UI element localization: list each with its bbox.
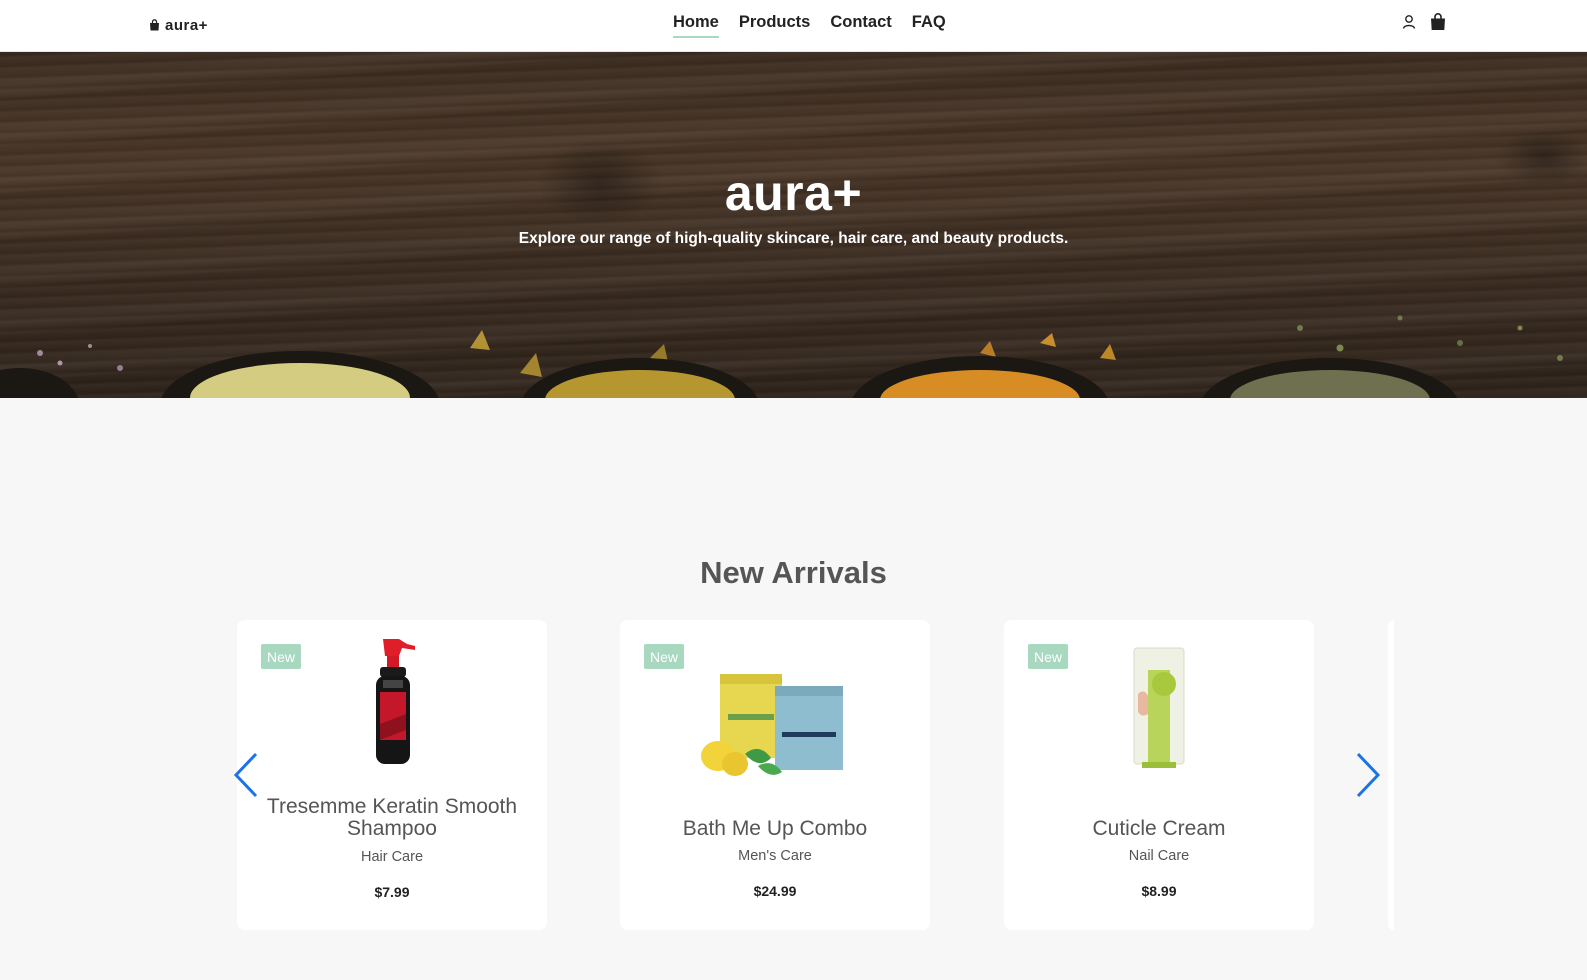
nav-contact[interactable]: Contact bbox=[830, 13, 891, 38]
chevron-right-icon[interactable] bbox=[1354, 752, 1382, 798]
main-nav: Home Products Contact FAQ bbox=[673, 13, 946, 38]
next-product-card-peek bbox=[1388, 620, 1394, 930]
product-category: Men's Care bbox=[738, 848, 812, 864]
product-carousel: New Tresemme Keratin Smooth Shampoo Hair… bbox=[225, 620, 1390, 930]
nav-icons bbox=[1402, 13, 1446, 31]
product-card[interactable]: New Bath Me Up Combo Men's Care $24.99 bbox=[620, 620, 930, 930]
chevron-left-icon[interactable] bbox=[232, 752, 260, 798]
nav-products[interactable]: Products bbox=[739, 13, 811, 38]
navbar: aura+ Home Products Contact FAQ bbox=[0, 0, 1587, 52]
brand-name: aura+ bbox=[165, 16, 208, 34]
product-category: Hair Care bbox=[360, 849, 424, 865]
brand-logo[interactable]: aura+ bbox=[149, 15, 208, 35]
product-name[interactable]: Tresemme Keratin Smooth Shampoo bbox=[247, 796, 537, 840]
hero-subtitle: Explore our range of high-quality skinca… bbox=[518, 230, 1069, 247]
product-image-cuticle-cream bbox=[1133, 647, 1185, 768]
section-title-new-arrivals: New Arrivals bbox=[700, 555, 887, 590]
hero-herb-bowls-image bbox=[0, 315, 1563, 398]
cart-bag-icon[interactable] bbox=[1430, 13, 1446, 31]
nav-home[interactable]: Home bbox=[673, 13, 719, 38]
product-price: $8.99 bbox=[1141, 883, 1177, 899]
product-category: Nail Care bbox=[1128, 848, 1190, 864]
product-name[interactable]: Cuticle Cream bbox=[1014, 818, 1304, 840]
user-icon[interactable] bbox=[1402, 14, 1416, 30]
nav-faq[interactable]: FAQ bbox=[912, 13, 946, 38]
product-price: $7.99 bbox=[374, 884, 410, 900]
product-card[interactable]: New Cuticle Cream Nail Care $8.99 bbox=[1004, 620, 1314, 930]
shopping-bag-icon bbox=[150, 19, 159, 31]
hero-banner: aura+ Explore our range of high-quality … bbox=[0, 52, 1587, 398]
product-price: $24.99 bbox=[753, 883, 797, 899]
hero-title: aura+ bbox=[724, 165, 863, 221]
product-image-soap-combo bbox=[701, 674, 843, 776]
product-name[interactable]: Bath Me Up Combo bbox=[630, 818, 920, 840]
product-card[interactable]: New Tresemme Keratin Smooth Shampoo Hair… bbox=[237, 620, 547, 930]
product-image-shampoo bbox=[376, 639, 415, 764]
